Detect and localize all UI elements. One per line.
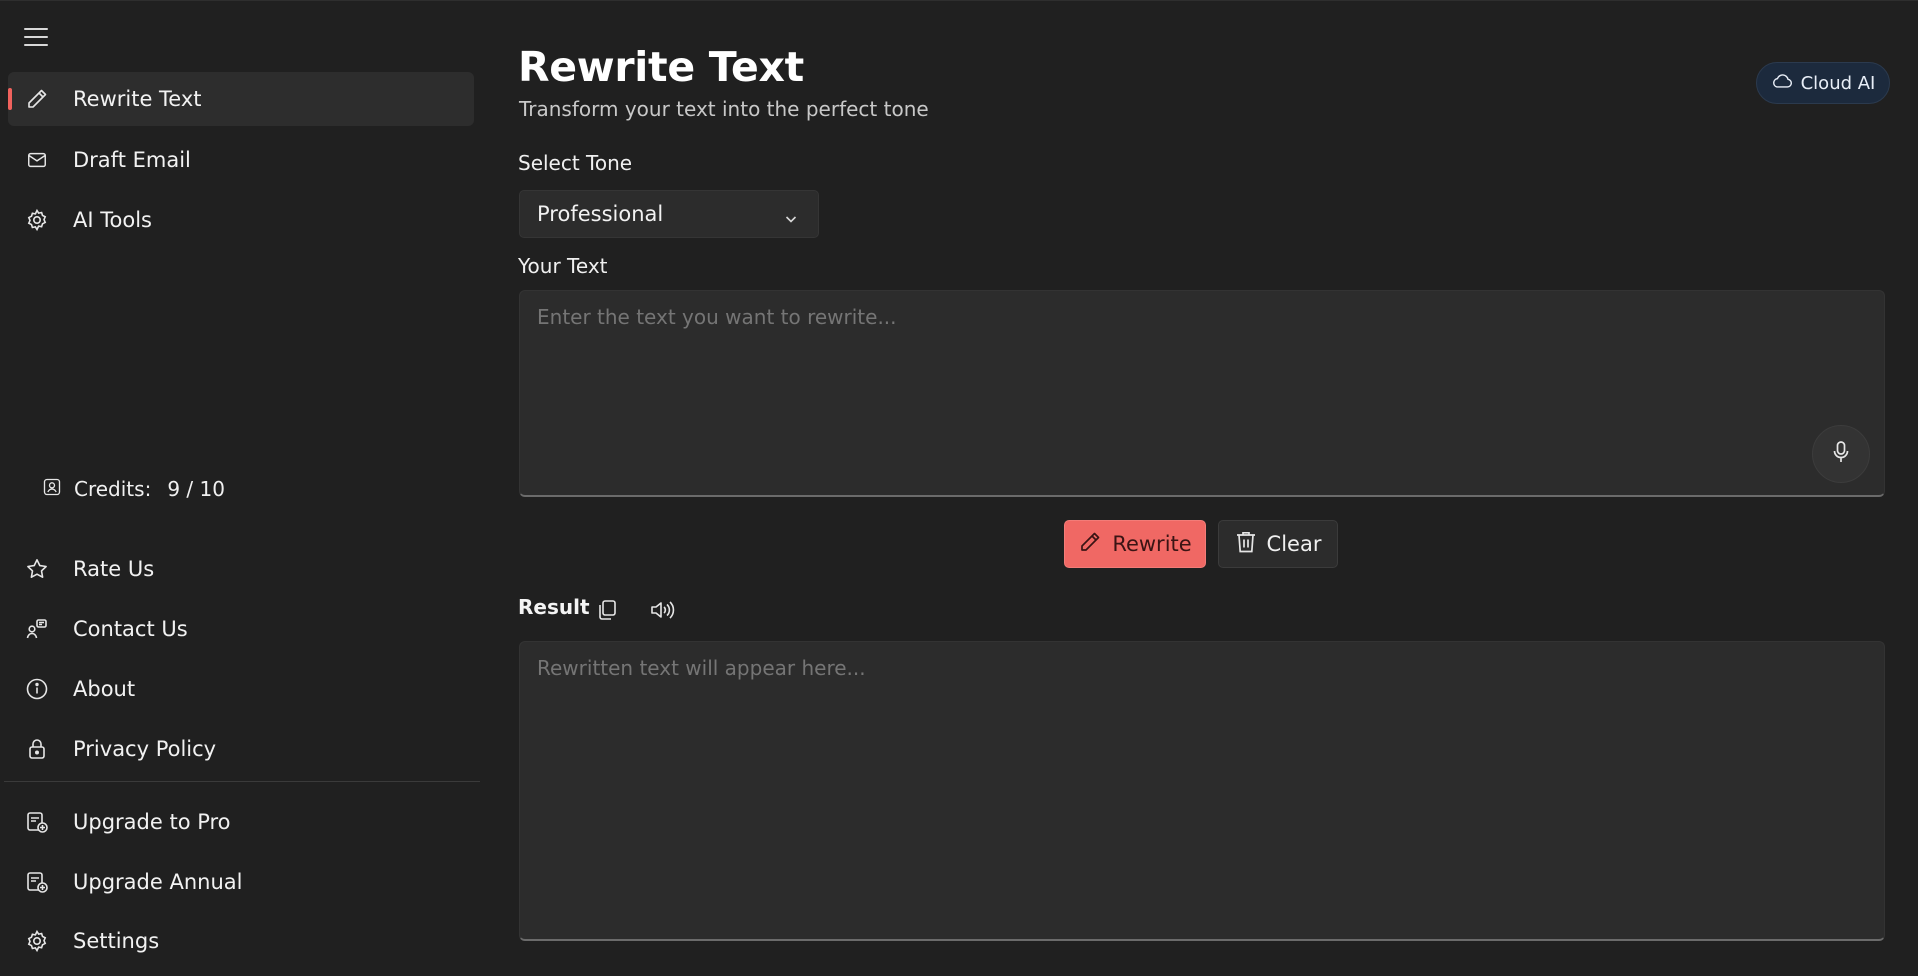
microphone-icon: [1831, 440, 1851, 468]
trash-icon: [1235, 530, 1257, 559]
sidebar-item-privacy-policy[interactable]: Privacy Policy: [8, 722, 474, 776]
copy-button[interactable]: [592, 597, 622, 627]
sidebar-item-label: Upgrade to Pro: [73, 810, 231, 834]
input-label: Your Text: [518, 254, 608, 278]
speak-button[interactable]: [647, 597, 677, 627]
active-indicator: [8, 88, 12, 110]
contact-icon: [24, 616, 50, 642]
text-input[interactable]: [519, 290, 1885, 497]
hamburger-menu-icon[interactable]: [22, 25, 50, 49]
result-output[interactable]: [519, 641, 1885, 941]
result-label: Result: [518, 595, 590, 619]
page-title: Rewrite Text: [518, 43, 804, 91]
speaker-icon: [649, 599, 675, 625]
credits-display: Credits: 9 / 10: [42, 473, 225, 505]
microphone-button[interactable]: [1812, 425, 1870, 483]
sidebar-item-ai-tools[interactable]: AI Tools: [8, 193, 474, 247]
cloud-icon: [1771, 72, 1793, 95]
cloud-ai-label: Cloud AI: [1800, 72, 1876, 94]
tone-selected-value: Professional: [537, 202, 664, 226]
tone-select[interactable]: Professional: [519, 190, 819, 238]
sidebar-item-label: Contact Us: [73, 617, 188, 641]
sidebar-item-upgrade-annual[interactable]: Upgrade Annual: [8, 855, 474, 909]
pencil-icon: [24, 86, 50, 112]
page-subtitle: Transform your text into the perfect ton…: [519, 97, 929, 121]
sidebar-item-rate-us[interactable]: Rate Us: [8, 542, 474, 596]
credits-label: Credits:: [74, 477, 152, 501]
clear-button-label: Clear: [1266, 532, 1322, 556]
main-content: Rewrite Text Transform your text into th…: [518, 1, 1890, 976]
rewrite-button-label: Rewrite: [1112, 532, 1192, 556]
sidebar-item-label: About: [73, 677, 136, 701]
upgrade-icon: [24, 809, 50, 835]
star-icon: [24, 556, 50, 582]
sidebar-item-upgrade-pro[interactable]: Upgrade to Pro: [8, 795, 474, 849]
sidebar-item-rewrite-text[interactable]: Rewrite Text: [8, 72, 474, 126]
sidebar-item-label: Rate Us: [73, 557, 155, 581]
sidebar-item-label: AI Tools: [73, 208, 152, 232]
sidebar: Rewrite Text Draft Email AI Tools Credit…: [0, 1, 480, 976]
cloud-ai-button[interactable]: Cloud AI: [1756, 62, 1890, 104]
sidebar-item-label: Settings: [73, 929, 160, 953]
sidebar-item-about[interactable]: About: [8, 662, 474, 716]
lock-icon: [24, 736, 50, 762]
mail-icon: [24, 147, 50, 173]
sidebar-item-label: Upgrade Annual: [73, 870, 243, 894]
copy-icon: [596, 599, 618, 625]
sidebar-item-label: Rewrite Text: [73, 87, 202, 111]
info-icon: [24, 676, 50, 702]
sidebar-item-label: Draft Email: [73, 148, 191, 172]
gear-icon: [24, 207, 50, 233]
app-window: Rewrite Text Draft Email AI Tools Credit…: [0, 0, 1918, 976]
gear-icon: [24, 928, 50, 954]
clear-button[interactable]: Clear: [1218, 520, 1338, 568]
credits-icon: [42, 477, 62, 502]
rewrite-button[interactable]: Rewrite: [1064, 520, 1206, 568]
upgrade-icon: [24, 869, 50, 895]
sidebar-divider: [4, 781, 480, 782]
sidebar-item-label: Privacy Policy: [73, 737, 217, 761]
tone-label: Select Tone: [518, 151, 633, 175]
sidebar-item-draft-email[interactable]: Draft Email: [8, 133, 474, 187]
chevron-down-icon: [784, 207, 798, 231]
sidebar-item-contact-us[interactable]: Contact Us: [8, 602, 474, 656]
credits-value: 9 / 10: [167, 477, 225, 501]
pencil-icon: [1078, 530, 1102, 559]
sidebar-item-settings[interactable]: Settings: [8, 914, 474, 968]
